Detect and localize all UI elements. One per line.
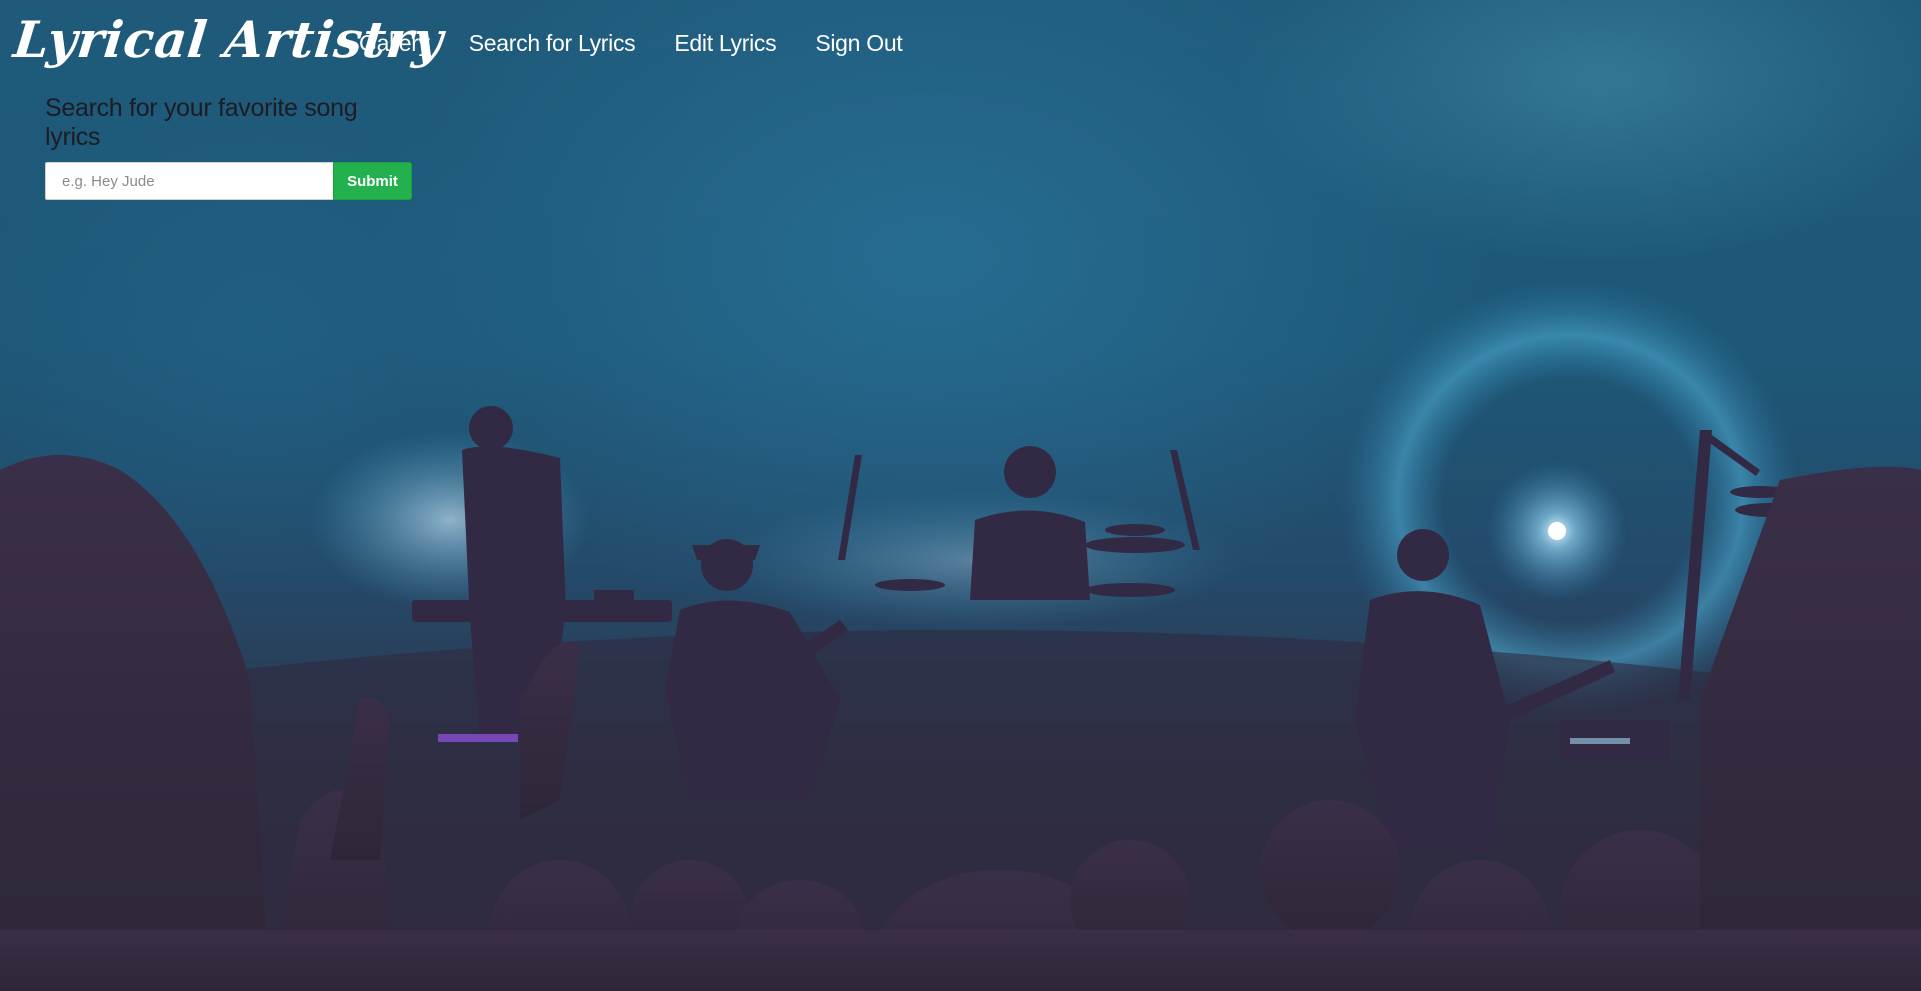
search-heading: Search for your favorite song lyrics — [45, 94, 358, 151]
lyrics-search-form: Submit — [45, 162, 412, 200]
nav-item-sign-out[interactable]: Sign Out — [815, 30, 902, 57]
submit-button[interactable]: Submit — [333, 162, 412, 200]
top-navbar: Lyrical Artistry Gallery Search for Lyri… — [0, 0, 1921, 96]
nav-item-edit-lyrics[interactable]: Edit Lyrics — [674, 30, 776, 57]
lyrics-search-panel: Search for your favorite song lyrics Sub… — [45, 94, 425, 200]
song-search-input[interactable] — [45, 162, 333, 200]
nav-item-search-for-lyrics[interactable]: Search for Lyrics — [469, 30, 636, 57]
nav-links: Gallery Search for Lyrics Edit Lyrics Si… — [359, 30, 903, 57]
nav-item-gallery[interactable]: Gallery — [359, 30, 430, 57]
